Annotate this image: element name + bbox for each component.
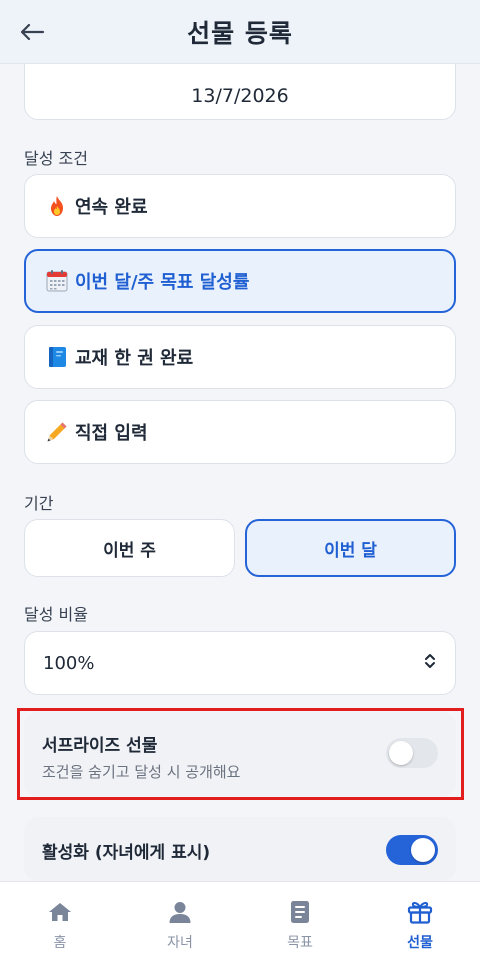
scroll-content: 13/7/2026 달성 조건 연속 완료 이번 달/주 목표 달성률 교재 한… xyxy=(0,0,480,881)
condition-option-label: 연속 완료 xyxy=(75,197,148,218)
activation-toggle[interactable] xyxy=(386,835,438,865)
nav-item-gifts[interactable]: 선물 xyxy=(360,882,480,969)
back-arrow-icon xyxy=(20,23,45,41)
surprise-toggle[interactable] xyxy=(386,738,438,768)
rate-section-label: 달성 비율 xyxy=(24,605,88,624)
back-button[interactable] xyxy=(14,14,50,50)
nav-item-children[interactable]: 자녀 xyxy=(120,882,240,969)
calendar-icon xyxy=(45,269,69,293)
nav-label: 홈 xyxy=(53,935,67,951)
gift-icon xyxy=(407,899,433,925)
nav-item-goals[interactable]: 목표 xyxy=(240,882,360,969)
period-week-button[interactable]: 이번 주 xyxy=(24,519,235,577)
condition-option-custom[interactable]: 직접 입력 xyxy=(24,400,456,464)
condition-option-label: 직접 입력 xyxy=(75,423,148,444)
home-icon xyxy=(47,899,73,925)
pencil-icon xyxy=(45,420,69,444)
period-month-button[interactable]: 이번 달 xyxy=(245,519,456,577)
condition-option-textbook[interactable]: 교재 한 권 완료 xyxy=(24,325,456,389)
surprise-subtitle: 조건을 숨기고 달성 시 공개해요 xyxy=(42,763,241,781)
app-header: 선물 등록 xyxy=(0,0,480,64)
bottom-navigation: 홈 자녀 목표 선물 xyxy=(0,881,480,969)
activation-title: 활성화 (자녀에게 표시) xyxy=(42,843,211,863)
fire-icon xyxy=(45,194,69,218)
condition-section-label: 달성 조건 xyxy=(24,149,88,168)
condition-option-label: 교재 한 권 완료 xyxy=(75,348,194,369)
period-section-label: 기간 xyxy=(24,494,54,513)
surprise-title: 서프라이즈 선물 xyxy=(42,736,158,756)
condition-option-streak[interactable]: 연속 완료 xyxy=(24,174,456,238)
nav-label: 자녀 xyxy=(167,935,193,951)
document-icon xyxy=(287,899,313,925)
gift-registration-screen: 13/7/2026 달성 조건 연속 완료 이번 달/주 목표 달성률 교재 한… xyxy=(0,0,480,969)
nav-label: 목표 xyxy=(287,935,313,951)
nav-item-home[interactable]: 홈 xyxy=(0,882,120,969)
nav-label: 선물 xyxy=(407,935,433,951)
notebook-icon xyxy=(45,345,69,369)
activation-card: 활성화 (자녀에게 표시) xyxy=(24,817,456,881)
rate-select-value: 100% xyxy=(43,652,95,674)
toggle-knob xyxy=(389,741,413,765)
rate-select[interactable]: 100% xyxy=(24,631,456,695)
condition-option-label: 이번 달/주 목표 달성률 xyxy=(75,272,250,293)
page-title: 선물 등록 xyxy=(187,18,293,48)
condition-option-goal-rate[interactable]: 이번 달/주 목표 달성률 xyxy=(24,249,456,313)
toggle-knob xyxy=(411,838,435,862)
updown-chevron-icon xyxy=(423,652,437,675)
date-value: 13/7/2026 xyxy=(191,85,289,107)
person-icon xyxy=(167,899,193,925)
surprise-gift-card: 서프라이즈 선물 조건을 숨기고 달성 시 공개해요 xyxy=(24,712,456,796)
